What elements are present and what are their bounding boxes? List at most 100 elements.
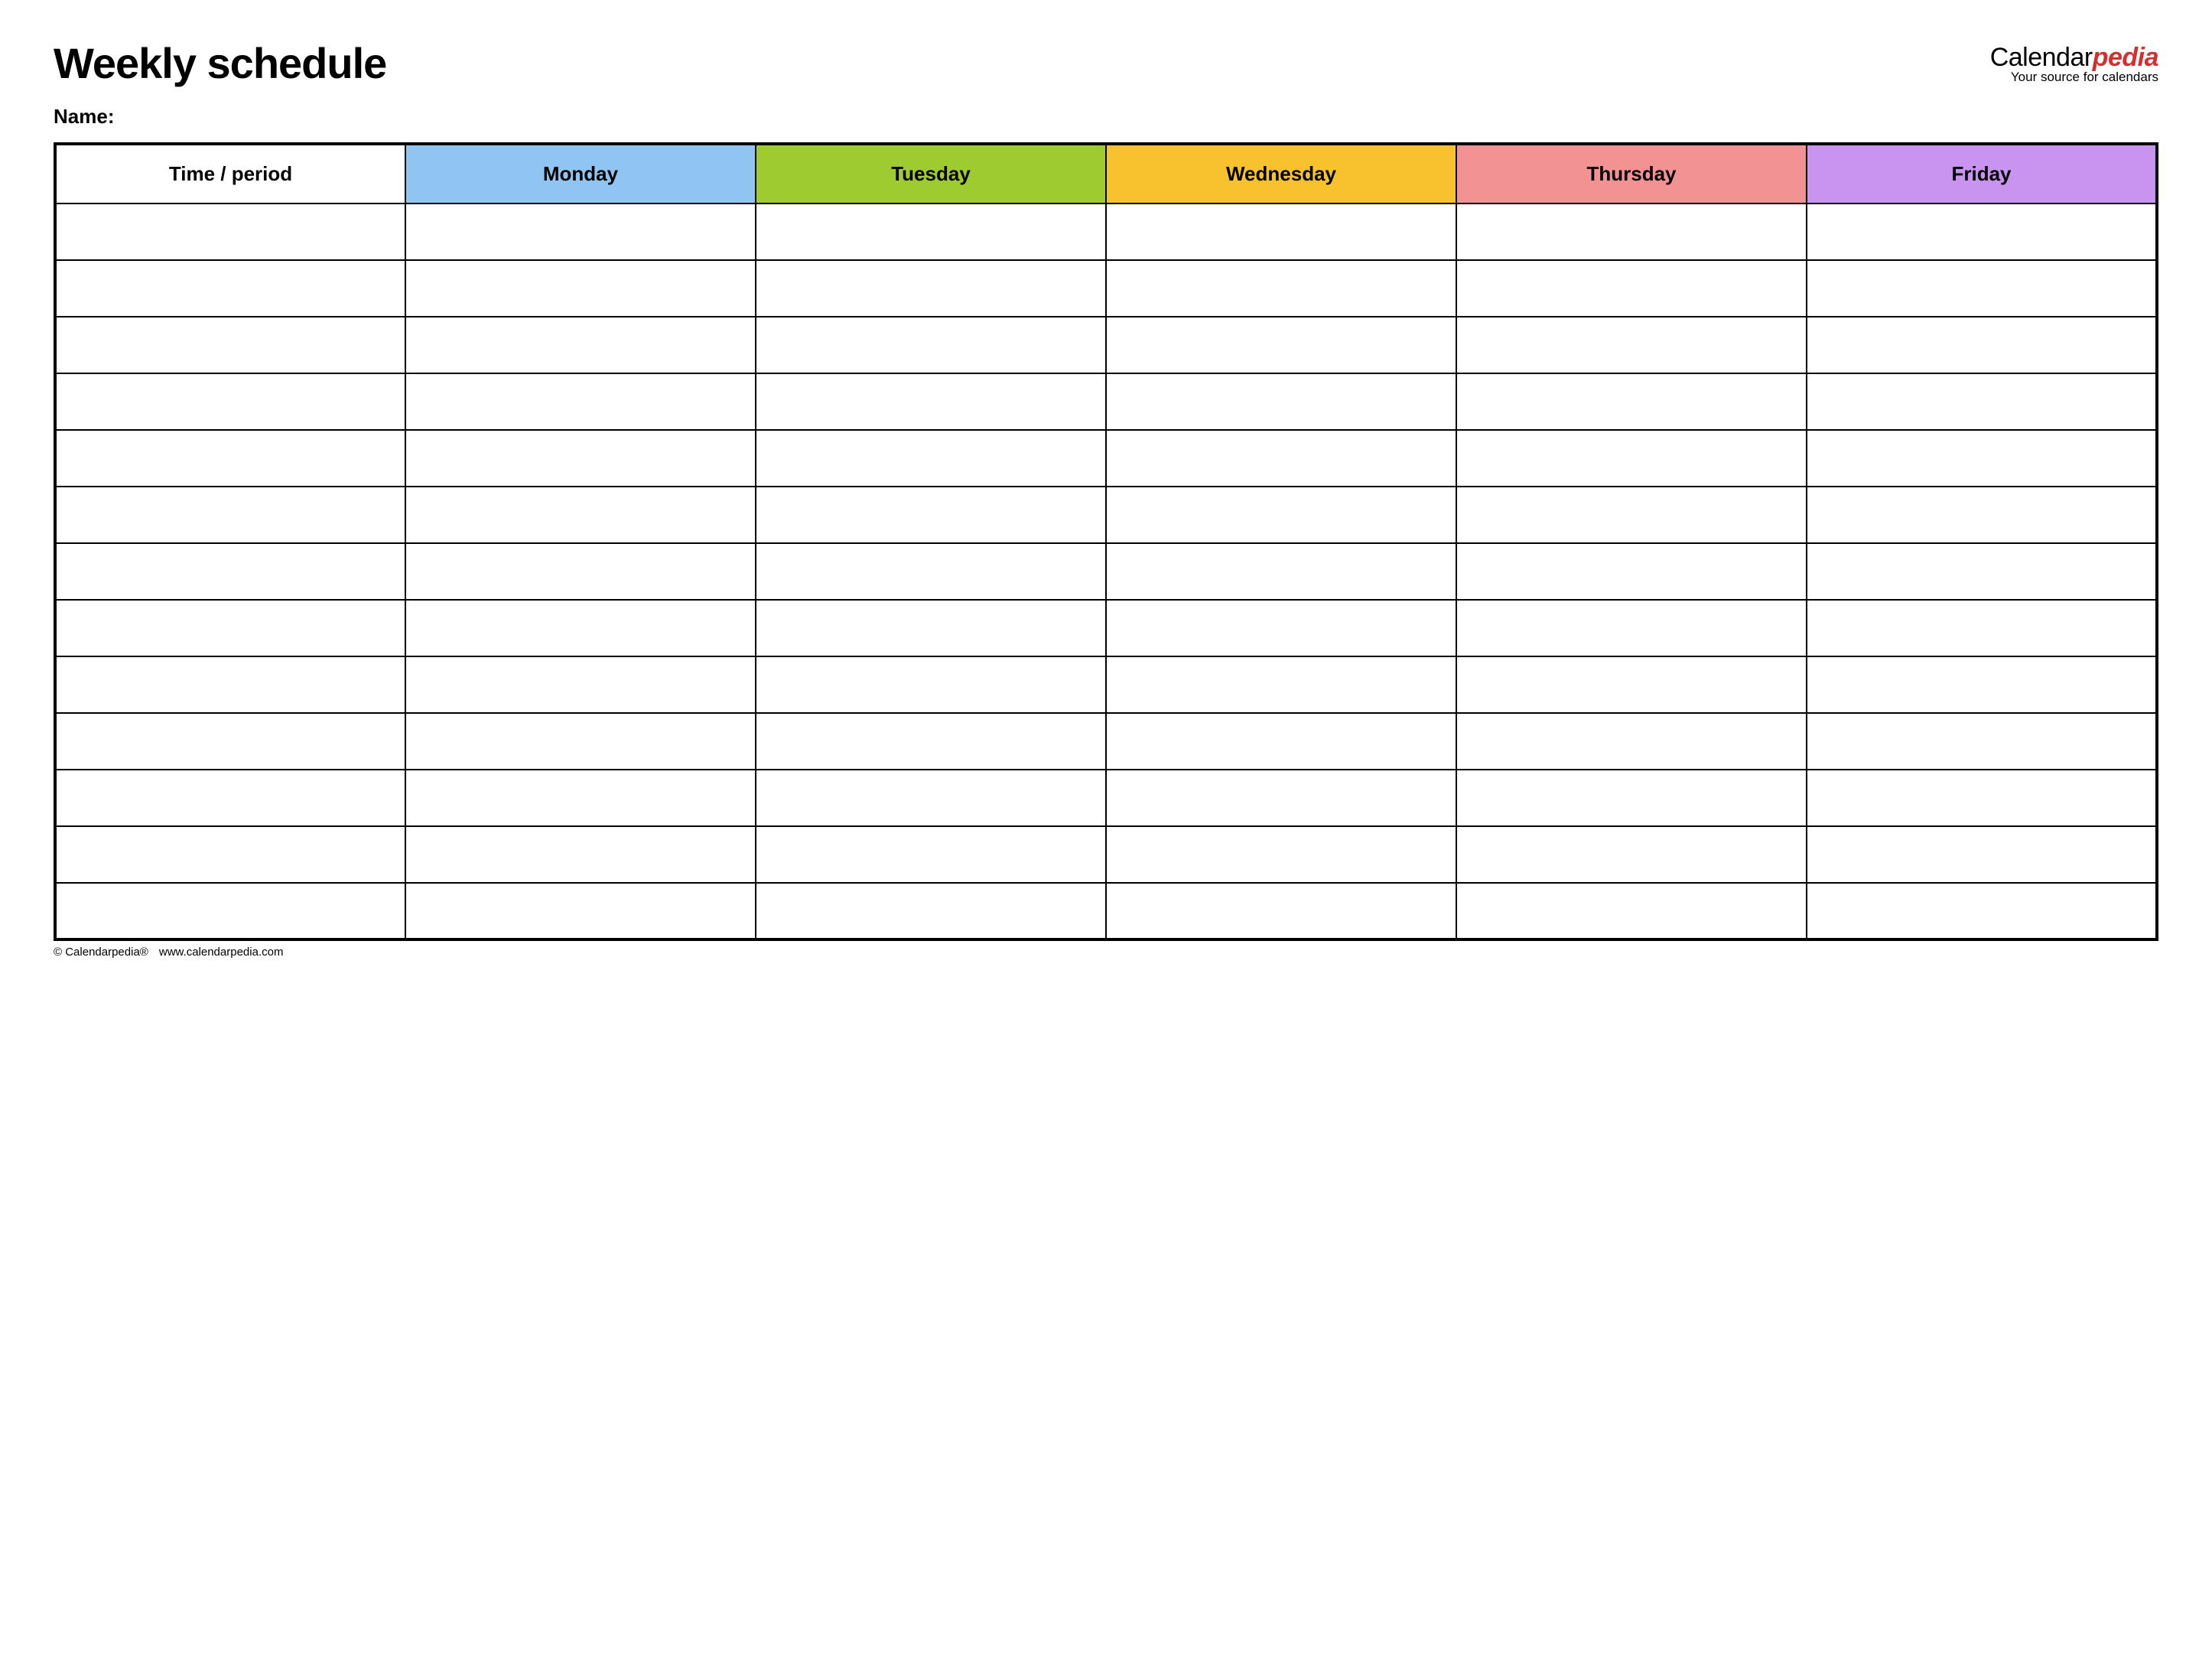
schedule-cell[interactable] [1807, 713, 2157, 770]
table-row [55, 430, 2157, 487]
page-title: Weekly schedule [54, 38, 386, 88]
schedule-cell[interactable] [1807, 260, 2157, 317]
schedule-cell[interactable] [405, 883, 756, 939]
footer-site: www.calendarpedia.com [159, 946, 284, 959]
brand-name: Calendarpedia [1990, 43, 2158, 73]
time-cell[interactable] [55, 713, 405, 770]
schedule-cell[interactable] [1807, 826, 2157, 883]
table-row [55, 317, 2157, 373]
schedule-cell[interactable] [756, 543, 1106, 600]
table-row [55, 770, 2157, 826]
col-header-wednesday: Wednesday [1106, 144, 1456, 203]
footer-copyright: © Calendarpedia® [54, 946, 148, 959]
schedule-cell[interactable] [1807, 770, 2157, 826]
schedule-cell[interactable] [1807, 600, 2157, 656]
table-row [55, 373, 2157, 430]
schedule-cell[interactable] [1456, 826, 1807, 883]
schedule-cell[interactable] [1456, 260, 1807, 317]
schedule-cell[interactable] [1106, 713, 1456, 770]
schedule-cell[interactable] [1456, 600, 1807, 656]
name-label: Name: [54, 105, 386, 129]
table-row [55, 260, 2157, 317]
schedule-cell[interactable] [1106, 430, 1456, 487]
schedule-cell[interactable] [1456, 770, 1807, 826]
schedule-cell[interactable] [1106, 770, 1456, 826]
time-cell[interactable] [55, 883, 405, 939]
col-header-time: Time / period [55, 144, 405, 203]
schedule-body [55, 203, 2157, 939]
schedule-cell[interactable] [756, 713, 1106, 770]
schedule-cell[interactable] [1456, 883, 1807, 939]
schedule-cell[interactable] [405, 543, 756, 600]
schedule-cell[interactable] [1456, 203, 1807, 260]
schedule-cell[interactable] [1456, 543, 1807, 600]
schedule-cell[interactable] [1807, 883, 2157, 939]
schedule-cell[interactable] [405, 770, 756, 826]
time-cell[interactable] [55, 543, 405, 600]
header: Weekly schedule Name: Calendarpedia Your… [54, 38, 2158, 129]
schedule-cell[interactable] [1456, 430, 1807, 487]
schedule-cell[interactable] [1807, 373, 2157, 430]
schedule-cell[interactable] [1807, 203, 2157, 260]
schedule-cell[interactable] [1807, 543, 2157, 600]
schedule-cell[interactable] [1106, 373, 1456, 430]
schedule-cell[interactable] [756, 260, 1106, 317]
schedule-cell[interactable] [1456, 373, 1807, 430]
time-cell[interactable] [55, 430, 405, 487]
schedule-cell[interactable] [756, 487, 1106, 543]
schedule-cell[interactable] [405, 260, 756, 317]
time-cell[interactable] [55, 260, 405, 317]
schedule-cell[interactable] [405, 317, 756, 373]
schedule-cell[interactable] [405, 600, 756, 656]
schedule-cell[interactable] [1106, 656, 1456, 713]
time-cell[interactable] [55, 826, 405, 883]
time-cell[interactable] [55, 656, 405, 713]
schedule-cell[interactable] [405, 430, 756, 487]
schedule-cell[interactable] [756, 600, 1106, 656]
time-cell[interactable] [55, 373, 405, 430]
schedule-cell[interactable] [405, 203, 756, 260]
schedule-cell[interactable] [756, 373, 1106, 430]
schedule-cell[interactable] [756, 430, 1106, 487]
schedule-cell[interactable] [756, 203, 1106, 260]
schedule-cell[interactable] [1456, 713, 1807, 770]
schedule-cell[interactable] [1106, 826, 1456, 883]
schedule-cell[interactable] [1456, 656, 1807, 713]
schedule-cell[interactable] [1106, 203, 1456, 260]
schedule-cell[interactable] [405, 373, 756, 430]
brand-block: Calendarpedia Your source for calendars [1990, 38, 2158, 85]
schedule-cell[interactable] [1807, 487, 2157, 543]
schedule-cell[interactable] [405, 656, 756, 713]
schedule-cell[interactable] [756, 770, 1106, 826]
brand-name-prefix: Calendar [1990, 43, 2093, 72]
schedule-cell[interactable] [1456, 487, 1807, 543]
schedule-cell[interactable] [1106, 317, 1456, 373]
schedule-cell[interactable] [1106, 883, 1456, 939]
schedule-cell[interactable] [405, 826, 756, 883]
schedule-cell[interactable] [756, 317, 1106, 373]
time-cell[interactable] [55, 317, 405, 373]
col-header-monday: Monday [405, 144, 756, 203]
schedule-cell[interactable] [405, 487, 756, 543]
schedule-cell[interactable] [756, 883, 1106, 939]
table-row [55, 656, 2157, 713]
schedule-cell[interactable] [1106, 543, 1456, 600]
time-cell[interactable] [55, 203, 405, 260]
time-cell[interactable] [55, 770, 405, 826]
schedule-cell[interactable] [1106, 260, 1456, 317]
schedule-cell[interactable] [1807, 656, 2157, 713]
brand-tagline: Your source for calendars [1990, 70, 2158, 85]
schedule-cell[interactable] [1106, 600, 1456, 656]
schedule-cell[interactable] [1807, 317, 2157, 373]
schedule-cell[interactable] [1456, 317, 1807, 373]
schedule-cell[interactable] [1807, 430, 2157, 487]
schedule-cell[interactable] [1106, 487, 1456, 543]
header-left: Weekly schedule Name: [54, 38, 386, 129]
footer: © Calendarpedia® www.calendarpedia.com [54, 946, 2158, 959]
schedule-cell[interactable] [756, 656, 1106, 713]
schedule-cell[interactable] [756, 826, 1106, 883]
time-cell[interactable] [55, 487, 405, 543]
schedule-cell[interactable] [405, 713, 756, 770]
table-row [55, 600, 2157, 656]
time-cell[interactable] [55, 600, 405, 656]
